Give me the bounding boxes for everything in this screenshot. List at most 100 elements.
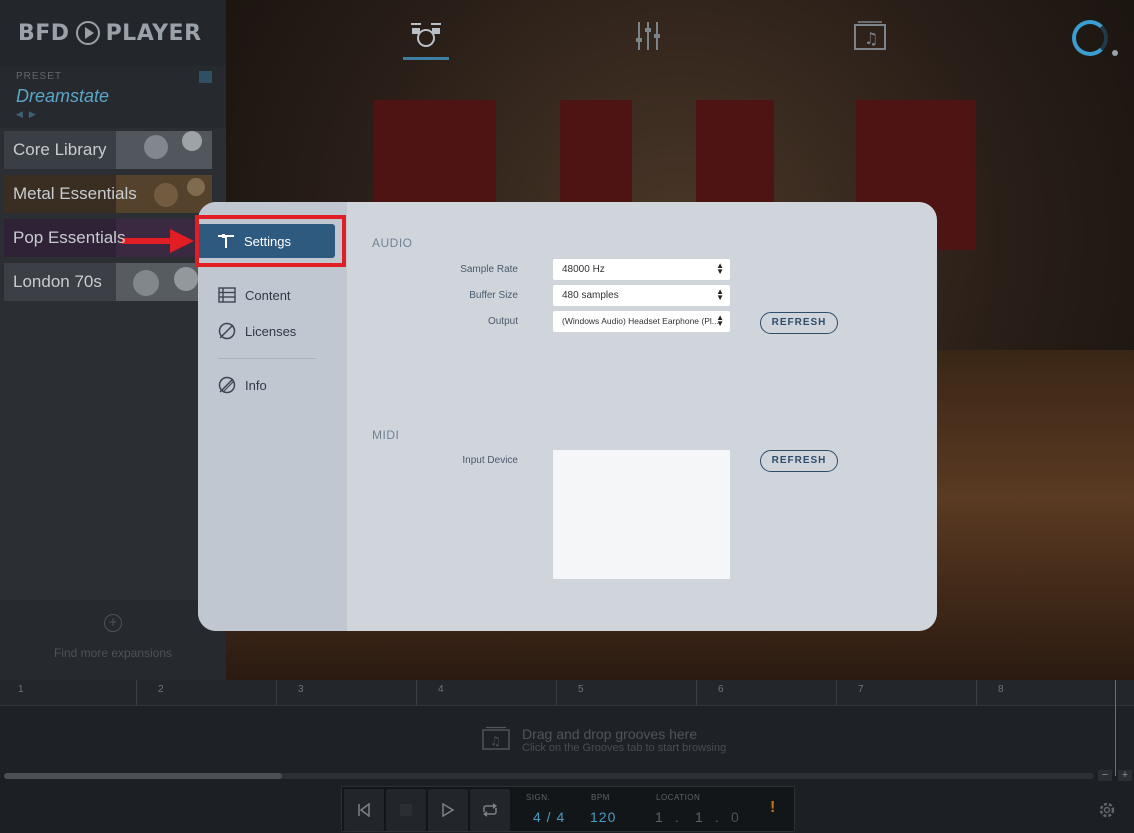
red-arrow-icon [122, 229, 194, 253]
playhead[interactable] [1115, 680, 1116, 776]
sample-rate-label: Sample Rate [460, 264, 518, 275]
highlight-box [195, 215, 346, 267]
settings-content: AUDIO Sample Rate 48000 Hz ▲ ▼ Buffer Siz… [347, 202, 937, 631]
preset-nav-arrows-icon[interactable]: ◀▶ [16, 109, 210, 120]
add-icon: + [104, 614, 122, 632]
play-button[interactable] [428, 789, 468, 831]
tab-kit[interactable] [403, 18, 449, 60]
groove-hint-title: Drag and drop grooves here [522, 726, 698, 742]
updown-chevron-icon: ▲ ▼ [716, 261, 724, 276]
loop-button[interactable] [470, 789, 510, 831]
list-icon [218, 287, 236, 303]
info-icon [218, 376, 236, 394]
logo-text: BFD [18, 20, 70, 46]
bar-number: 4 [438, 684, 444, 695]
tab-mixer[interactable] [625, 18, 671, 58]
transport-bar: SIGN. 4 / 4 BPM 120 LOCATION 1 . 1 . 0 ! [341, 786, 795, 832]
buffer-size-value: 480 samples [562, 290, 619, 301]
zoom-out-button[interactable]: − [1098, 770, 1112, 781]
groove-drop-hint: ♫ Drag and drop grooves here Click on th… [482, 726, 726, 754]
audio-refresh-button[interactable]: REFRESH [760, 312, 838, 334]
bar-tick [976, 680, 977, 706]
app-logo: BFD PLAYER [0, 0, 226, 66]
preset-label: PRESET [16, 71, 63, 82]
bpm-value[interactable]: 120 [590, 809, 616, 825]
rewind-button[interactable] [344, 789, 384, 831]
nav-content[interactable]: Content [198, 277, 347, 313]
nav-divider [218, 358, 316, 359]
nav-licenses[interactable]: Licenses [198, 313, 347, 349]
location-label: LOCATION [656, 793, 701, 802]
nav-content-label: Content [245, 287, 291, 303]
library-item-london[interactable]: London 70s [4, 263, 212, 301]
output-select[interactable]: (Windows Audio) Headset Earphone (Pl... … [553, 311, 730, 332]
output-value: (Windows Audio) Headset Earphone (Pl... [562, 316, 719, 326]
bar-tick [276, 680, 277, 706]
warning-icon[interactable]: ! [770, 799, 775, 817]
audio-section-title: AUDIO [372, 236, 413, 250]
library-item-core[interactable]: Core Library [4, 131, 212, 169]
bar-number: 7 [858, 684, 864, 695]
bpm-label: BPM [591, 793, 610, 802]
library-item-label: London 70s [13, 272, 102, 291]
stop-button[interactable] [386, 789, 426, 831]
signature-value[interactable]: 4 / 4 [533, 809, 565, 825]
output-label: Output [487, 316, 518, 327]
sample-rate-select[interactable]: 48000 Hz ▲ ▼ [553, 259, 730, 280]
signature-label: SIGN. [526, 793, 551, 802]
license-icon [218, 322, 236, 340]
midi-refresh-button[interactable]: REFRESH [760, 450, 838, 472]
bar-number: 5 [578, 684, 584, 695]
kit-thumbnail-icon [116, 131, 212, 169]
bar-number: 1 [18, 684, 24, 695]
buffer-size-select[interactable]: 480 samples ▲ ▼ [553, 285, 730, 306]
bar-tick [836, 680, 837, 706]
bar-tick [416, 680, 417, 706]
timeline-ruler[interactable]: 1 2 3 4 5 6 7 8 [0, 680, 1134, 706]
zoom-in-button[interactable]: + [1118, 770, 1132, 781]
tab-grooves[interactable]: ♫ [847, 18, 893, 58]
nav-info[interactable]: Info [198, 367, 347, 403]
bar-number: 8 [998, 684, 1004, 695]
drum-kit-icon [411, 23, 441, 47]
bar-tick [696, 680, 697, 706]
loop-icon [483, 803, 497, 817]
location-bar[interactable]: 1 [655, 809, 664, 825]
location-tick[interactable]: 0 [731, 809, 740, 825]
play-icon [442, 803, 455, 817]
scrollbar-thumb[interactable] [4, 773, 282, 779]
updown-chevron-icon: ▲ ▼ [716, 313, 724, 328]
bar-tick [136, 680, 137, 706]
bar-number: 2 [158, 684, 164, 695]
status-dot [1112, 50, 1118, 56]
preset-dropdown-icon[interactable] [199, 71, 212, 83]
master-volume-knob[interactable] [1072, 20, 1108, 56]
library-item-label: Pop Essentials [13, 228, 126, 247]
grooves-icon: ♫ [854, 21, 886, 50]
bar-tick [556, 680, 557, 706]
input-device-label: Input Device [462, 455, 518, 466]
library-item-label: Core Library [13, 140, 107, 159]
updown-chevron-icon: ▲ ▼ [716, 287, 724, 302]
preset-selector[interactable]: PRESET Dreamstate ◀▶ [0, 66, 226, 128]
nav-info-label: Info [245, 377, 267, 393]
bar-number: 3 [298, 684, 304, 695]
nav-licenses-label: Licenses [245, 323, 297, 339]
sample-rate-value: 48000 Hz [562, 264, 605, 275]
midi-input-device-list[interactable] [553, 450, 730, 579]
mixer-icon [636, 22, 660, 50]
find-more-expansions[interactable]: + Find more expansions [0, 600, 226, 680]
svg-text:♫: ♫ [864, 29, 878, 48]
preset-name[interactable]: Dreamstate [16, 86, 210, 107]
location-beat[interactable]: 1 [695, 809, 704, 825]
gear-icon[interactable] [1097, 800, 1117, 820]
top-nav: ♫ [226, 0, 1134, 66]
groove-hint-subtitle: Click on the Grooves tab to start browsi… [522, 742, 727, 754]
skip-back-icon [358, 803, 370, 817]
groove-file-icon: ♫ [482, 726, 510, 750]
bar-number: 6 [718, 684, 724, 695]
location-sep: . [675, 809, 680, 825]
buffer-size-label: Buffer Size [469, 290, 518, 301]
stop-icon [400, 804, 412, 816]
library-item-metal[interactable]: Metal Essentials [4, 175, 212, 213]
